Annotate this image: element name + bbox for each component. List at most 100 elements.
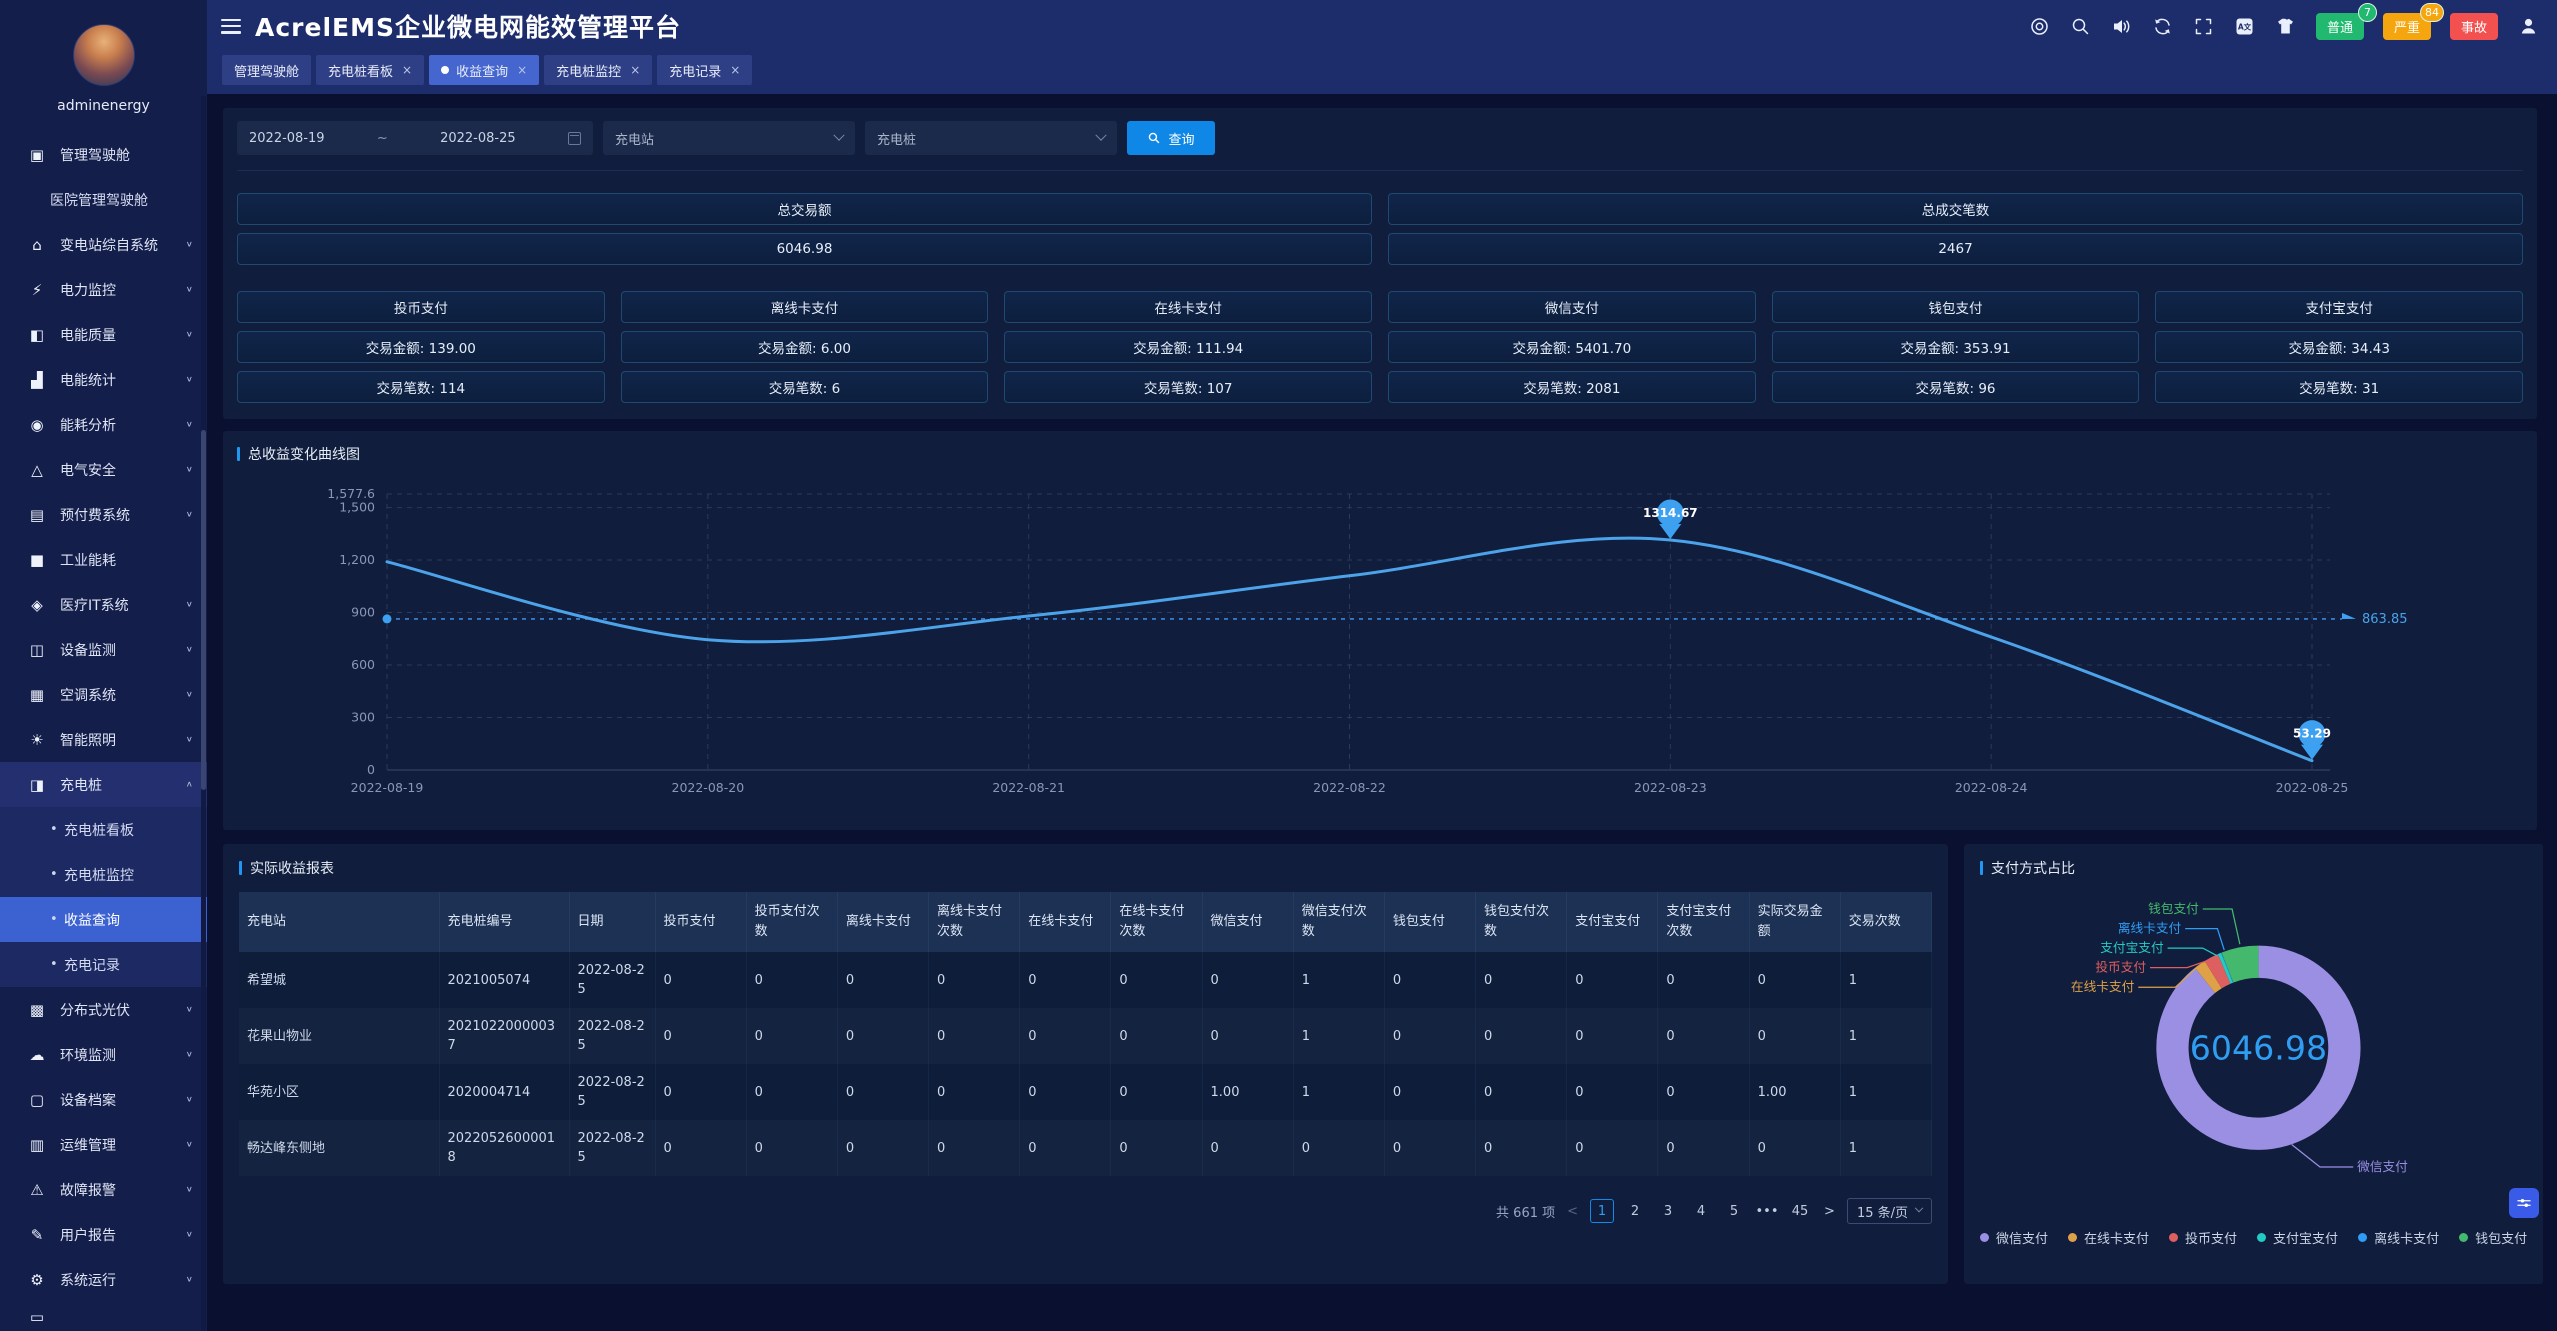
table-column-header[interactable]: 离线卡支付次数	[929, 892, 1020, 952]
sidebar-child-item[interactable]: 医院管理驾驶舱	[0, 177, 207, 222]
sidebar-subitem[interactable]: •充电记录	[0, 942, 207, 987]
table-row[interactable]: 畅达峰东侧地202205260000182022-08-250000000000…	[239, 1120, 1932, 1176]
menu-collapse-icon[interactable]	[221, 19, 241, 34]
page-number[interactable]: •••	[1755, 1199, 1779, 1223]
table-column-header[interactable]: 支付宝支付次数	[1658, 892, 1749, 952]
close-icon[interactable]: ×	[402, 63, 412, 77]
table-column-header[interactable]: 交易次数	[1840, 892, 1931, 952]
tab-item[interactable]: 充电记录×	[657, 55, 752, 85]
table-row[interactable]: 希望城20210050742022-08-2500000001000001	[239, 952, 1932, 1008]
table-column-header[interactable]: 日期	[569, 892, 655, 952]
date-end[interactable]: 2022-08-25	[440, 131, 516, 146]
page-number[interactable]: 4	[1689, 1199, 1713, 1223]
legend-item[interactable]: 微信支付	[1980, 1228, 2048, 1247]
legend-item[interactable]: 钱包支付	[2459, 1228, 2527, 1247]
sidebar-item[interactable]: ✎用户报告∨	[0, 1212, 207, 1257]
sidebar-item[interactable]: ⌂变电站综自系统∨	[0, 222, 207, 267]
sidebar-item[interactable]: ☀智能照明∨	[0, 717, 207, 762]
page-number[interactable]: 2	[1623, 1199, 1647, 1223]
legend-item[interactable]: 在线卡支付	[2068, 1228, 2149, 1247]
table-column-header[interactable]: 充电站	[239, 892, 439, 952]
sidebar-item[interactable]: ▣管理驾驶舱	[0, 132, 207, 177]
page-number[interactable]: 1	[1590, 1199, 1614, 1223]
alarm-badge[interactable]: 事故	[2450, 13, 2498, 40]
sidebar-item[interactable]: ■工业能耗	[0, 537, 207, 582]
sidebar-scrollbar-thumb[interactable]	[201, 430, 206, 790]
sidebar-item[interactable]: ▦空调系统∨	[0, 672, 207, 717]
table-column-header[interactable]: 投币支付	[655, 892, 746, 952]
table-column-header[interactable]: 离线卡支付	[837, 892, 928, 952]
page-number[interactable]: 45	[1788, 1199, 1812, 1223]
volume-icon[interactable]	[2111, 15, 2133, 37]
table-column-header[interactable]: 微信支付	[1202, 892, 1293, 952]
tab-item[interactable]: 充电桩监控×	[544, 55, 652, 85]
legend-item[interactable]: 离线卡支付	[2358, 1228, 2439, 1247]
sidebar-item[interactable]: ◨充电桩∧	[0, 762, 207, 807]
pile-select[interactable]: 充电桩	[865, 121, 1117, 155]
sidebar-item[interactable]: ☁环境监测∨	[0, 1032, 207, 1077]
table-column-header[interactable]: 支付宝支付	[1567, 892, 1658, 952]
table-column-header[interactable]: 钱包支付	[1384, 892, 1475, 952]
sidebar-item[interactable]: ⚠故障报警∨	[0, 1167, 207, 1212]
user-icon[interactable]	[2517, 15, 2539, 37]
tab-active[interactable]: 收益查询×	[429, 55, 539, 85]
translate-icon[interactable]: A文	[2234, 15, 2256, 37]
table-column-header[interactable]: 微信支付次数	[1293, 892, 1384, 952]
sidebar-item[interactable]: ◧电能质量∨	[0, 312, 207, 357]
table-column-header[interactable]: 投币支付次数	[746, 892, 837, 952]
sidebar-item[interactable]: ▤预付费系统∨	[0, 492, 207, 537]
prev-page-icon[interactable]: <	[1564, 1204, 1581, 1219]
sidebar-item[interactable]: ▢设备档案∨	[0, 1077, 207, 1122]
close-icon[interactable]: ×	[730, 63, 740, 77]
sidebar-item[interactable]: ◈医疗IT系统∨	[0, 582, 207, 627]
sidebar-subitem[interactable]: •充电桩看板	[0, 807, 207, 852]
close-icon[interactable]: ×	[630, 63, 640, 77]
theme-icon[interactable]	[2275, 15, 2297, 37]
sidebar-item[interactable]: ⚡电力监控∨	[0, 267, 207, 312]
alarm-badge[interactable]: 普通7	[2316, 13, 2364, 40]
sidebar-item[interactable]: ◉能耗分析∨	[0, 402, 207, 447]
alarm-badge[interactable]: 严重84	[2383, 13, 2431, 40]
search-icon[interactable]	[2070, 15, 2092, 37]
sidebar-item[interactable]: △电气安全∨	[0, 447, 207, 492]
target-icon[interactable]	[2029, 15, 2051, 37]
legend-item[interactable]: 投币支付	[2169, 1228, 2237, 1247]
close-icon[interactable]: ×	[517, 63, 527, 77]
query-button[interactable]: 查询	[1127, 121, 1215, 155]
table-column-header[interactable]: 在线卡支付次数	[1111, 892, 1202, 952]
sidebar-item[interactable]: ▟电能统计∨	[0, 357, 207, 402]
tab-item[interactable]: 充电桩看板×	[316, 55, 424, 85]
sidebar-subitem[interactable]: •充电桩监控	[0, 852, 207, 897]
station-select[interactable]: 充电站	[603, 121, 855, 155]
settings-float-button[interactable]	[2509, 1188, 2539, 1218]
date-range-picker[interactable]: 2022-08-19 ~ 2022-08-25	[237, 121, 593, 155]
pie-slice[interactable]	[2228, 962, 2259, 968]
fullscreen-icon[interactable]	[2193, 15, 2215, 37]
table-column-header[interactable]: 实际交易金额	[1749, 892, 1840, 952]
date-start[interactable]: 2022-08-19	[249, 131, 325, 146]
sidebar-subitem[interactable]: •收益查询	[0, 897, 207, 942]
table-cell: 0	[1293, 1120, 1384, 1176]
pie-slice[interactable]	[2205, 975, 2213, 981]
table-row[interactable]: 花果山物业202102200000372022-08-2500000001000…	[239, 1008, 1932, 1064]
table-column-header[interactable]: 在线卡支付	[1020, 892, 1111, 952]
sidebar-item[interactable]: ▥运维管理∨	[0, 1122, 207, 1167]
page-number[interactable]: 5	[1722, 1199, 1746, 1223]
refresh-icon[interactable]	[2152, 15, 2174, 37]
page-number[interactable]: 3	[1656, 1199, 1680, 1223]
avatar[interactable]	[73, 24, 135, 86]
table-row[interactable]: 华苑小区20200047142022-08-250000001.00100001…	[239, 1064, 1932, 1120]
sidebar-item[interactable]: ◫设备监测∨	[0, 627, 207, 672]
legend-item[interactable]: 支付宝支付	[2257, 1228, 2338, 1247]
tab-item[interactable]: 管理驾驶舱	[222, 55, 311, 85]
page-size-select[interactable]: 15 条/页	[1847, 1198, 1932, 1224]
sidebar-item[interactable]: ▩分布式光伏∨	[0, 987, 207, 1032]
pie-slice[interactable]	[2224, 968, 2227, 969]
table-column-header[interactable]: 钱包支付次数	[1476, 892, 1567, 952]
sidebar-item[interactable]: ▭	[0, 1302, 207, 1321]
table-column-header[interactable]: 充电桩编号	[439, 892, 569, 952]
table-cell: 1	[1293, 952, 1384, 1008]
next-page-icon[interactable]: >	[1821, 1204, 1838, 1219]
sidebar-item[interactable]: ⚙系统运行∨	[0, 1257, 207, 1302]
pie-slice[interactable]	[2213, 969, 2224, 975]
